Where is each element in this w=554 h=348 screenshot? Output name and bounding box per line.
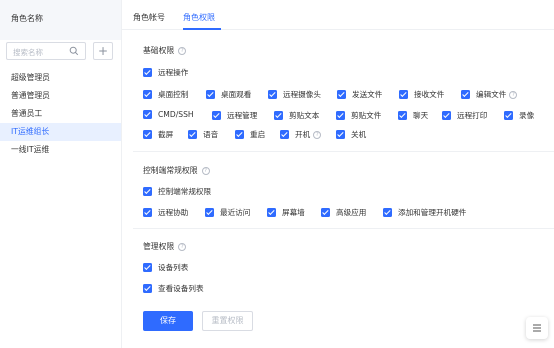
checkbox-checked-icon	[235, 130, 244, 139]
role-list: 超级管理员 普通管理员 普通员工 IT运维组长 一线IT运维	[0, 69, 121, 159]
checkbox-checked-icon	[212, 111, 221, 120]
checkbox-send-file[interactable]: 发送文件	[337, 89, 382, 100]
reset-permission-button[interactable]: 重置权限	[202, 311, 253, 331]
menu-icon	[533, 324, 541, 332]
checkbox-desktop-control[interactable]: 桌面控制	[143, 89, 188, 100]
section-control-title: 控制端常规权限?	[143, 165, 210, 176]
checkbox-checked-icon	[336, 111, 345, 120]
checkbox-remote-print[interactable]: 远程打印	[442, 110, 487, 121]
checkbox-power-on[interactable]: 开机?	[280, 129, 322, 140]
role-item-normal-staff[interactable]: 普通员工	[0, 105, 121, 123]
checkbox-recent-access[interactable]: 最近访问	[205, 207, 250, 218]
search-icon	[69, 46, 79, 56]
checkbox-screenshot[interactable]: 截屏	[143, 129, 173, 140]
checkbox-checked-icon	[188, 130, 197, 139]
checkbox-checked-icon	[206, 90, 215, 99]
question-circle-icon[interactable]: ?	[313, 130, 322, 139]
checkbox-cmd-ssh[interactable]: CMD/SSH	[143, 110, 194, 119]
sidebar-tools: 搜索名称 +	[6, 42, 113, 60]
active-tab-indicator	[183, 28, 221, 30]
checkbox-desktop-view[interactable]: 桌面观看	[206, 89, 251, 100]
role-item-normal-admin[interactable]: 普通管理员	[0, 87, 121, 105]
role-item-super-admin[interactable]: 超级管理员	[0, 69, 121, 87]
checkbox-remote-manage[interactable]: 远程管理	[212, 110, 257, 121]
tab-role-account[interactable]: 角色帐号	[133, 12, 165, 23]
checkbox-remote-camera[interactable]: 远程摄像头	[268, 89, 321, 100]
checkbox-checked-icon	[268, 90, 277, 99]
checkbox-voice[interactable]: 语音	[188, 129, 218, 140]
checkbox-checked-icon	[398, 111, 407, 120]
checkbox-edit-file[interactable]: 编辑文件?	[461, 89, 518, 100]
checkbox-checked-icon	[442, 111, 451, 120]
checkbox-checked-icon	[143, 68, 152, 77]
menu-button[interactable]	[526, 317, 548, 339]
section-basic-title: 基础权限?	[143, 45, 187, 56]
checkbox-screen-wall[interactable]: 屏幕墙	[267, 207, 305, 218]
question-circle-icon[interactable]: ?	[178, 243, 187, 251]
checkbox-checked-icon	[205, 208, 214, 217]
checkbox-control-general[interactable]: 控制端常规权限	[143, 186, 211, 197]
checkbox-checked-icon	[399, 90, 408, 99]
add-role-button[interactable]: +	[93, 42, 113, 60]
checkbox-checked-icon	[280, 130, 289, 139]
checkbox-clipboard-text[interactable]: 剪贴文本	[274, 110, 319, 121]
section-divider	[133, 228, 554, 229]
question-circle-icon[interactable]: ?	[178, 47, 187, 55]
checkbox-checked-icon	[143, 130, 152, 139]
checkbox-checked-icon	[143, 187, 152, 196]
checkbox-checked-icon	[461, 90, 470, 99]
checkbox-checked-icon	[143, 110, 152, 119]
checkbox-remote-operation[interactable]: 远程操作	[143, 67, 188, 78]
checkbox-remote-assist[interactable]: 远程协助	[143, 207, 188, 218]
question-circle-icon[interactable]: ?	[201, 167, 210, 175]
question-circle-icon[interactable]: ?	[509, 90, 518, 99]
checkbox-checked-icon	[321, 208, 330, 217]
checkbox-receive-file[interactable]: 接收文件	[399, 89, 444, 100]
role-item-frontline-it-ops[interactable]: 一线IT运维	[0, 141, 121, 159]
checkbox-checked-icon	[143, 90, 152, 99]
section-manage-title: 管理权限?	[143, 241, 187, 252]
checkbox-shutdown[interactable]: 关机	[336, 129, 366, 140]
tab-bar: 角色帐号 角色权限	[122, 0, 554, 30]
checkbox-checked-icon	[274, 111, 283, 120]
search-placeholder: 搜索名称	[13, 48, 43, 57]
checkbox-checked-icon	[504, 111, 513, 120]
section-divider	[133, 151, 554, 152]
checkbox-device-list[interactable]: 设备列表	[143, 262, 188, 273]
checkbox-advanced-apps[interactable]: 高级应用	[321, 207, 366, 218]
checkbox-checked-icon	[337, 90, 346, 99]
checkbox-checked-icon	[383, 208, 392, 217]
tab-role-permission[interactable]: 角色权限	[183, 12, 215, 23]
checkbox-recording[interactable]: 录像	[504, 110, 534, 121]
checkbox-checked-icon	[143, 263, 152, 272]
checkbox-restart[interactable]: 重启	[235, 129, 265, 140]
checkbox-checked-icon	[143, 284, 152, 293]
checkbox-boot-hardware[interactable]: 添加和管理开机硬件	[383, 207, 466, 218]
checkbox-checked-icon	[267, 208, 276, 217]
checkbox-checked-icon	[143, 208, 152, 217]
checkbox-chat[interactable]: 聊天	[398, 110, 428, 121]
checkbox-view-device-list[interactable]: 查看设备列表	[143, 283, 204, 294]
role-sidebar: 角色名称 搜索名称 + 超级管理员 普通管理员 普通员工 IT运维组长 一线IT…	[0, 0, 122, 348]
checkbox-clipboard-file[interactable]: 剪贴文件	[336, 110, 381, 121]
role-item-it-ops-lead[interactable]: IT运维组长	[0, 123, 121, 141]
save-button[interactable]: 保存	[143, 311, 193, 331]
role-search-input[interactable]: 搜索名称	[6, 42, 86, 60]
role-list-header: 角色名称	[0, 0, 121, 40]
checkbox-checked-icon	[336, 130, 345, 139]
